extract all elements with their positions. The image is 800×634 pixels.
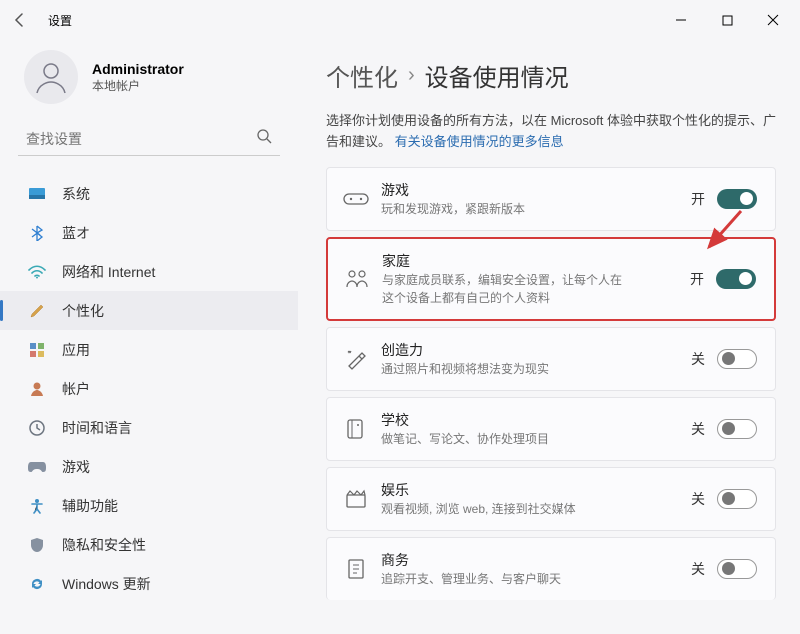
toggle-state-label: 关: [691, 559, 705, 579]
usage-cards: 游戏 玩和发现游戏，紧跟新版本 开 家庭 与家庭成员联系，编辑安全设置，让每个人…: [326, 167, 776, 600]
card-subtitle: 玩和发现游戏，紧跟新版本: [381, 200, 631, 218]
card-title: 商务: [381, 550, 691, 570]
user-name: Administrator: [92, 61, 184, 77]
school-toggle[interactable]: [717, 419, 757, 439]
system-icon: [26, 187, 48, 201]
card-title: 创造力: [381, 340, 691, 360]
card-school: 学校 做笔记、写论文、协作处理项目 关: [326, 397, 776, 461]
toggle-state-label: 关: [691, 489, 705, 509]
card-title: 家庭: [382, 251, 690, 271]
sidebar-item-time-language[interactable]: 时间和语言: [0, 408, 298, 447]
business-icon: [339, 558, 373, 580]
business-toggle[interactable]: [717, 559, 757, 579]
book-icon: [339, 418, 373, 440]
sidebar-item-privacy[interactable]: 隐私和安全性: [0, 525, 298, 564]
sidebar-item-label: 蓝オ: [62, 223, 90, 243]
avatar: [24, 50, 78, 104]
sidebar-item-label: 应用: [62, 340, 90, 360]
bluetooth-icon: [26, 225, 48, 241]
game-controller-icon: [339, 190, 373, 208]
sidebar-item-label: 帐户: [62, 379, 90, 399]
user-account-block[interactable]: Administrator 本地帐户: [0, 46, 298, 122]
card-subtitle: 与家庭成员联系，编辑安全设置，让每个人在这个设备上都有自己的个人资料: [382, 271, 632, 307]
sidebar-item-label: Windows 更新: [62, 574, 151, 594]
sidebar-item-label: 游戏: [62, 457, 90, 477]
card-subtitle: 做笔记、写论文、协作处理项目: [381, 430, 631, 448]
close-button[interactable]: [750, 4, 796, 36]
sidebar: Administrator 本地帐户 系统 蓝オ 网络: [0, 40, 298, 634]
family-toggle[interactable]: [716, 269, 756, 289]
sidebar-item-accounts[interactable]: 帐户: [0, 369, 298, 408]
gaming-toggle[interactable]: [717, 189, 757, 209]
card-subtitle: 观看视频, 浏览 web, 连接到社交媒体: [381, 500, 631, 518]
sidebar-item-apps[interactable]: 应用: [0, 330, 298, 369]
sidebar-item-label: 系统: [62, 184, 90, 204]
creativity-toggle[interactable]: [717, 349, 757, 369]
brush-icon: [26, 303, 48, 319]
card-subtitle: 追踪开支、管理业务、与客户聊天: [381, 570, 631, 588]
sidebar-item-bluetooth[interactable]: 蓝オ: [0, 213, 298, 252]
window-controls: [658, 4, 796, 36]
breadcrumb-parent[interactable]: 个性化: [326, 58, 398, 93]
search-input[interactable]: [26, 131, 256, 147]
page-description: 选择你计划使用设备的所有方法，以在 Microsoft 体验中获取个性化的提示、…: [326, 111, 776, 153]
more-info-link[interactable]: 有关设备使用情况的更多信息: [395, 134, 564, 149]
user-icon: [26, 381, 48, 397]
toggle-state-label: 关: [691, 419, 705, 439]
accessibility-icon: [26, 498, 48, 514]
content-area: 个性化 › 设备使用情况 选择你计划使用设备的所有方法，以在 Microsoft…: [298, 40, 800, 634]
sidebar-item-accessibility[interactable]: 辅助功能: [0, 486, 298, 525]
shield-icon: [26, 537, 48, 553]
maximize-button[interactable]: [704, 4, 750, 36]
update-icon: [26, 576, 48, 592]
sidebar-item-label: 辅助功能: [62, 496, 118, 516]
nav-list: 系统 蓝オ 网络和 Internet 个性化 应用 帐户: [0, 162, 298, 603]
search-input-wrapper: [18, 122, 280, 156]
toggle-state-label: 关: [691, 349, 705, 369]
window-title: 设置: [48, 12, 72, 29]
entertainment-toggle[interactable]: [717, 489, 757, 509]
search-icon: [256, 128, 272, 149]
back-button[interactable]: [4, 4, 36, 36]
toggle-state-label: 开: [691, 189, 705, 209]
card-title: 学校: [381, 410, 691, 430]
breadcrumb: 个性化 › 设备使用情况: [326, 58, 776, 93]
sidebar-item-windows-update[interactable]: Windows 更新: [0, 564, 298, 603]
sidebar-item-network[interactable]: 网络和 Internet: [0, 252, 298, 291]
card-entertainment: 娱乐 观看视频, 浏览 web, 连接到社交媒体 关: [326, 467, 776, 531]
apps-icon: [26, 342, 48, 358]
film-icon: [339, 489, 373, 509]
titlebar: 设置: [0, 0, 800, 40]
minimize-button[interactable]: [658, 4, 704, 36]
user-type: 本地帐户: [92, 77, 184, 94]
sidebar-item-label: 时间和语言: [62, 418, 132, 438]
card-gaming: 游戏 玩和发现游戏，紧跟新版本 开: [326, 167, 776, 231]
card-subtitle: 通过照片和视频将想法变为现实: [381, 360, 631, 378]
clock-icon: [26, 420, 48, 436]
gaming-icon: [26, 460, 48, 474]
sidebar-item-personalization[interactable]: 个性化: [0, 291, 298, 330]
card-family: 家庭 与家庭成员联系，编辑安全设置，让每个人在这个设备上都有自己的个人资料 开: [326, 237, 776, 321]
creativity-icon: [339, 348, 373, 370]
sidebar-item-label: 隐私和安全性: [62, 535, 146, 555]
card-creativity: 创造力 通过照片和视频将想法变为现实 关: [326, 327, 776, 391]
card-business: 商务 追踪开支、管理业务、与客户聊天 关: [326, 537, 776, 600]
family-icon: [340, 269, 374, 289]
sidebar-item-system[interactable]: 系统: [0, 174, 298, 213]
toggle-state-label: 开: [690, 269, 704, 289]
chevron-right-icon: ›: [408, 64, 415, 87]
card-title: 娱乐: [381, 480, 691, 500]
wifi-icon: [26, 265, 48, 279]
sidebar-item-label: 个性化: [62, 301, 104, 321]
card-title: 游戏: [381, 180, 691, 200]
page-title: 设备使用情况: [425, 58, 569, 93]
sidebar-item-gaming[interactable]: 游戏: [0, 447, 298, 486]
sidebar-item-label: 网络和 Internet: [62, 262, 155, 282]
